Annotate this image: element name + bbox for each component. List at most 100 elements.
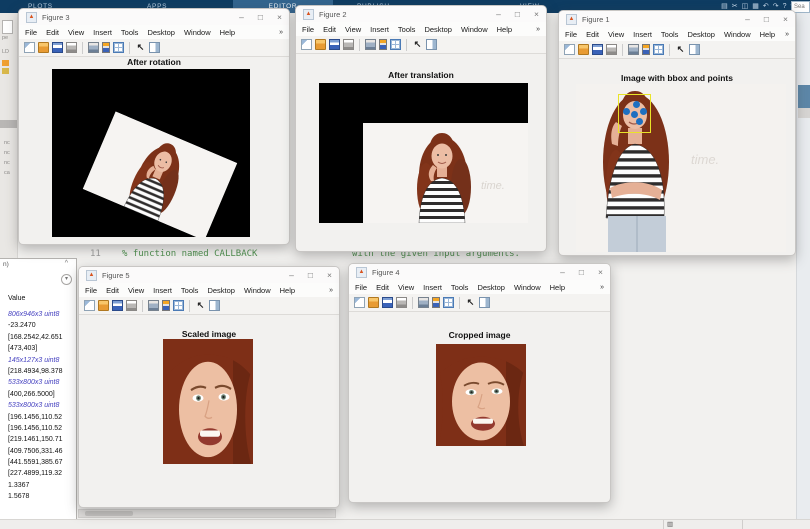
insert-legend-icon[interactable] xyxy=(443,297,454,308)
print-figure-icon[interactable] xyxy=(606,44,617,55)
menu-item[interactable]: Window xyxy=(514,283,541,292)
ws-row[interactable]: 1.5678 xyxy=(8,491,74,502)
menu-item[interactable]: Desktop xyxy=(424,25,452,34)
print-preview-icon[interactable] xyxy=(628,44,639,55)
value-column-header[interactable]: Value xyxy=(8,295,25,302)
figure4-titlebar[interactable]: ▲ Figure 4 –□× xyxy=(349,264,610,280)
menu-item[interactable]: Tools xyxy=(181,286,199,295)
menu-item[interactable]: Insert xyxy=(633,30,652,39)
menu-item[interactable]: Help xyxy=(550,283,565,292)
ws-row[interactable]: [441.5591,385.67 xyxy=(8,457,74,468)
menu-item[interactable]: Insert xyxy=(153,286,172,295)
open-file-icon[interactable] xyxy=(315,39,326,50)
print-preview-icon[interactable] xyxy=(365,39,376,50)
minimize-button[interactable]: – xyxy=(560,264,565,280)
menu-item[interactable]: View xyxy=(608,30,624,39)
maximize-button[interactable]: □ xyxy=(308,267,313,283)
scrollbar-thumb[interactable] xyxy=(85,511,133,516)
menu-item[interactable]: Edit xyxy=(46,28,59,37)
maximize-button[interactable]: □ xyxy=(764,11,769,27)
figure2-window[interactable]: ▲ Figure 2 –□× FileEditViewInsertToolsDe… xyxy=(295,5,547,252)
figure2-titlebar[interactable]: ▲ Figure 2 –□× xyxy=(296,6,546,22)
menu-overflow-icon[interactable]: » xyxy=(329,287,333,294)
edit-plot-icon[interactable] xyxy=(465,297,476,308)
figure1-window[interactable]: ▲ Figure 1 –□× FileEditViewInsertToolsDe… xyxy=(558,10,796,256)
edit-plot-icon[interactable] xyxy=(135,42,146,53)
ws-row[interactable]: [218.4934,98.378 xyxy=(8,366,74,377)
ws-row[interactable]: [168.2542,42.651 xyxy=(8,332,74,343)
ws-row[interactable]: [227.4899,119.32 xyxy=(8,468,74,479)
menu-item[interactable]: Desktop xyxy=(477,283,505,292)
print-preview-icon[interactable] xyxy=(88,42,99,53)
insert-legend-icon[interactable] xyxy=(173,300,184,311)
figure3-window[interactable]: ▲ Figure 3 –□× FileEditViewInsertToolsDe… xyxy=(18,8,290,245)
print-figure-icon[interactable] xyxy=(396,297,407,308)
menu-item[interactable]: Help xyxy=(280,286,295,295)
new-figure-icon[interactable] xyxy=(84,300,95,311)
edit-plot-icon[interactable] xyxy=(675,44,686,55)
property-inspector-icon[interactable] xyxy=(149,42,160,53)
open-file-icon[interactable] xyxy=(578,44,589,55)
colormap-editor-icon[interactable] xyxy=(432,297,440,308)
print-preview-icon[interactable] xyxy=(148,300,159,311)
menu-item[interactable]: View xyxy=(128,286,144,295)
open-file-icon[interactable] xyxy=(98,300,109,311)
menu-item[interactable]: Desktop xyxy=(687,30,715,39)
ws-row[interactable]: 806x946x3 uint8 xyxy=(8,309,74,320)
menu-item[interactable]: Edit xyxy=(106,286,119,295)
figure5-titlebar[interactable]: ▲ Figure 5 –□× xyxy=(79,267,339,283)
colormap-editor-icon[interactable] xyxy=(102,42,110,53)
ws-row[interactable]: -23.2470 xyxy=(8,320,74,331)
menu-item[interactable]: Desktop xyxy=(147,28,175,37)
new-figure-icon[interactable] xyxy=(24,42,35,53)
save-figure-icon[interactable] xyxy=(382,297,393,308)
print-figure-icon[interactable] xyxy=(66,42,77,53)
menu-item[interactable]: Tools xyxy=(398,25,416,34)
figure4-window[interactable]: ▲ Figure 4 –□× FileEditViewInsertToolsDe… xyxy=(348,263,611,503)
menu-item[interactable]: View xyxy=(398,283,414,292)
menu-item[interactable]: Tools xyxy=(661,30,679,39)
menu-item[interactable]: View xyxy=(345,25,361,34)
save-figure-icon[interactable] xyxy=(112,300,123,311)
colormap-editor-icon[interactable] xyxy=(379,39,387,50)
save-figure-icon[interactable] xyxy=(52,42,63,53)
print-figure-icon[interactable] xyxy=(126,300,137,311)
ws-row[interactable]: 533x800x3 uint8 xyxy=(8,377,74,388)
close-button[interactable]: × xyxy=(277,9,282,25)
maximize-button[interactable]: □ xyxy=(515,6,520,22)
new-figure-icon[interactable] xyxy=(354,297,365,308)
menu-item[interactable]: Window xyxy=(244,286,271,295)
colormap-editor-icon[interactable] xyxy=(642,44,650,55)
figure1-titlebar[interactable]: ▲ Figure 1 –□× xyxy=(559,11,795,27)
property-inspector-icon[interactable] xyxy=(426,39,437,50)
menu-item[interactable]: Help xyxy=(760,30,775,39)
close-button[interactable]: × xyxy=(783,11,788,27)
menu-item[interactable]: Help xyxy=(497,25,512,34)
menu-item[interactable]: File xyxy=(565,30,577,39)
menu-item[interactable]: Insert xyxy=(423,283,442,292)
menu-item[interactable]: File xyxy=(355,283,367,292)
menu-item[interactable]: File xyxy=(25,28,37,37)
edit-plot-icon[interactable] xyxy=(412,39,423,50)
collapse-caret-icon[interactable]: ^ xyxy=(65,260,68,267)
menu-item[interactable]: Insert xyxy=(93,28,112,37)
minimize-button[interactable]: – xyxy=(745,11,750,27)
menu-overflow-icon[interactable]: » xyxy=(600,284,604,291)
menu-item[interactable]: Desktop xyxy=(207,286,235,295)
menu-item[interactable]: Help xyxy=(220,28,235,37)
minimize-button[interactable]: – xyxy=(496,6,501,22)
property-inspector-icon[interactable] xyxy=(209,300,220,311)
open-file-icon[interactable] xyxy=(368,297,379,308)
menu-item[interactable]: Tools xyxy=(121,28,139,37)
menu-item[interactable]: View xyxy=(68,28,84,37)
menu-item[interactable]: Window xyxy=(724,30,751,39)
ws-row[interactable]: [473,403] xyxy=(8,343,74,354)
insert-legend-icon[interactable] xyxy=(390,39,401,50)
menu-item[interactable]: File xyxy=(85,286,97,295)
minimize-button[interactable]: – xyxy=(239,9,244,25)
menu-item[interactable]: Edit xyxy=(586,30,599,39)
menu-item[interactable]: Window xyxy=(461,25,488,34)
menu-item[interactable]: Edit xyxy=(376,283,389,292)
maximize-button[interactable]: □ xyxy=(258,9,263,25)
ws-row[interactable]: [219.1461,150.71 xyxy=(8,434,74,445)
